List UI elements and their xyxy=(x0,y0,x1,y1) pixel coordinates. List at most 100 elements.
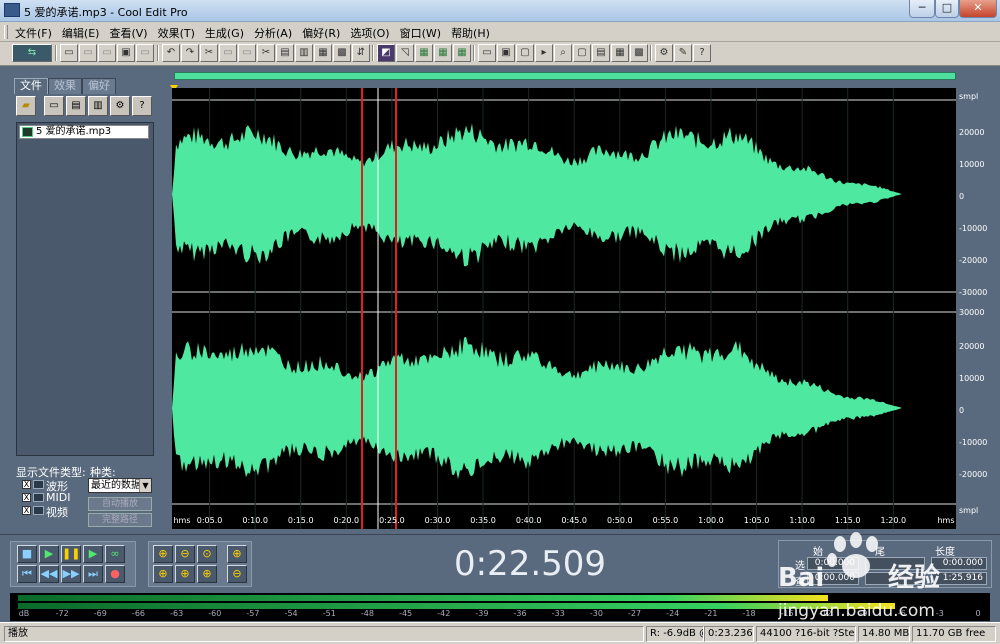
menu-generate[interactable]: 生成(G) xyxy=(200,22,249,41)
grid-icon[interactable]: ▩ xyxy=(630,44,648,62)
level-tick-label: -54 xyxy=(284,609,298,618)
spectral-view-icon[interactable]: ◩ xyxy=(377,44,395,62)
go-to-end-icon[interactable]: ⏭ xyxy=(83,565,103,583)
tab-files[interactable]: 文件 xyxy=(14,78,48,94)
play-to-end-icon[interactable]: ▶ xyxy=(83,545,103,563)
time-tick-label: 0:55.0 xyxy=(652,516,679,525)
chevron-down-icon[interactable]: ▼ xyxy=(139,479,151,492)
time-ruler[interactable]: hms 0:05.0 0:10.0 0:15.0 0:20.0 0:25.0 0:30.0 0… xyxy=(172,514,956,528)
edit-left-channel-icon[interactable]: ▦ xyxy=(434,44,452,62)
zoom-to-right-icon[interactable]: ⊕ xyxy=(175,565,195,583)
cue-list-icon[interactable]: ▣ xyxy=(497,44,515,62)
scripts-icon[interactable]: ⚙ xyxy=(655,44,673,62)
settings-icon[interactable]: ✎ xyxy=(674,44,692,62)
time-tick-label: 1:05.0 xyxy=(743,516,770,525)
maximize-button[interactable]: □ xyxy=(935,0,959,18)
open-file-icon[interactable]: ▭ xyxy=(79,44,97,62)
snap-icon[interactable]: ▢ xyxy=(573,44,591,62)
copy-icon[interactable]: ▭ xyxy=(219,44,237,62)
minimize-button[interactable]: ─ xyxy=(909,0,935,18)
sort-select[interactable]: 最近的数据 ▼ xyxy=(88,478,152,493)
record-icon[interactable]: ● xyxy=(105,565,125,583)
undo-icon[interactable]: ↶ xyxy=(162,44,180,62)
help-icon[interactable]: ? xyxy=(693,44,711,62)
redo-icon[interactable]: ↷ xyxy=(181,44,199,62)
menu-help[interactable]: 帮助(H) xyxy=(446,22,495,41)
selection-length-field[interactable]: 0:00.000 xyxy=(931,557,987,570)
time-format-icon[interactable]: ▤ xyxy=(592,44,610,62)
level-tick-label: -30 xyxy=(589,609,603,618)
tab-favorites[interactable]: 偏好 xyxy=(82,78,116,94)
organizer-help-icon[interactable]: ? xyxy=(132,96,152,116)
menu-options[interactable]: 选项(O) xyxy=(345,22,394,41)
zoom-out-vertical-icon[interactable]: ⊖ xyxy=(227,565,247,583)
new-file-icon[interactable]: ▭ xyxy=(60,44,78,62)
menu-edit[interactable]: 编辑(E) xyxy=(57,22,105,41)
view-begin-field[interactable]: 0:00.000 xyxy=(807,572,859,585)
waveform-display[interactable] xyxy=(172,67,956,535)
close-selected-icon[interactable]: ▤ xyxy=(66,96,86,116)
save-selection-icon[interactable]: ▣ xyxy=(117,44,135,62)
file-list-item[interactable]: 5 爱的承诺.mp3 xyxy=(19,125,149,139)
loop-icon[interactable]: ▩ xyxy=(333,44,351,62)
insert-icon[interactable]: ⚙ xyxy=(110,96,130,116)
play-icon[interactable]: ▶ xyxy=(39,545,59,563)
edit-file-icon[interactable]: ▥ xyxy=(88,96,108,116)
zoom-selection-icon[interactable]: ⊕ xyxy=(197,565,217,583)
envelope-icon[interactable]: ◹ xyxy=(396,44,414,62)
view-end-field[interactable] xyxy=(865,572,925,585)
selection-begin-field[interactable]: 0:00.000 xyxy=(807,557,859,570)
ruler-icon[interactable]: ▦ xyxy=(611,44,629,62)
tab-effects[interactable]: 效果 xyxy=(48,78,82,94)
checkbox-video[interactable]: X xyxy=(22,506,31,515)
checkbox-waveform[interactable]: X xyxy=(22,480,31,489)
checkbox-midi[interactable]: X xyxy=(22,493,31,502)
view-length-field[interactable]: 1:25.916 xyxy=(931,572,987,585)
play-icon[interactable]: ▸ xyxy=(535,44,553,62)
convert-icon[interactable]: ⇵ xyxy=(352,44,370,62)
rewind-icon[interactable]: ◀◀ xyxy=(39,565,59,583)
search-icon[interactable]: ⌕ xyxy=(554,44,572,62)
go-to-start-icon[interactable]: ⏮ xyxy=(17,565,37,583)
play-list-icon[interactable]: ▢ xyxy=(516,44,534,62)
zoom-full-icon[interactable]: ⊙ xyxy=(197,545,217,563)
level-tick-label: -24 xyxy=(666,609,680,618)
zoom-in-icon[interactable]: ⊕ xyxy=(153,545,173,563)
mix-paste-icon[interactable]: ▤ xyxy=(276,44,294,62)
menu-effects[interactable]: 效果(T) xyxy=(153,22,200,41)
crop-icon[interactable]: ▥ xyxy=(295,44,313,62)
selection-end-field[interactable] xyxy=(865,557,925,570)
view-row-label: 查 xyxy=(795,577,805,588)
auto-play-button[interactable]: 自动播放 xyxy=(88,497,152,511)
edit-right-channel-icon[interactable]: ▦ xyxy=(453,44,471,62)
menu-favorites[interactable]: 偏好(R) xyxy=(297,22,345,41)
pause-icon[interactable]: ❚❚ xyxy=(61,545,81,563)
overview-bar[interactable] xyxy=(174,72,956,80)
menu-view[interactable]: 查看(V) xyxy=(104,22,152,41)
stop-icon[interactable]: ■ xyxy=(17,545,37,563)
full-path-button[interactable]: 完整路径 xyxy=(88,513,152,527)
menu-analyze[interactable]: 分析(A) xyxy=(249,22,297,41)
open-folder-icon[interactable]: ▰ xyxy=(16,96,36,116)
amplitude-tick-label: -10000 xyxy=(959,438,988,447)
trim-icon[interactable]: ▦ xyxy=(314,44,332,62)
loop-play-icon[interactable]: ∞ xyxy=(105,545,125,563)
zoom-to-left-icon[interactable]: ⊕ xyxy=(153,565,173,583)
paste-icon[interactable]: ▭ xyxy=(238,44,256,62)
edit-both-channels-icon[interactable]: ▦ xyxy=(415,44,433,62)
save-icon[interactable]: ▭ xyxy=(98,44,116,62)
import-icon[interactable]: ▭ xyxy=(44,96,64,116)
menu-file[interactable]: 文件(F) xyxy=(10,22,57,41)
cut-tool-icon[interactable]: ✂ xyxy=(200,44,218,62)
view-icon[interactable]: ▭ xyxy=(478,44,496,62)
toolbar-separator xyxy=(473,45,475,61)
multitrack-toggle-icon[interactable]: ⇆ xyxy=(12,44,52,62)
fast-forward-icon[interactable]: ▶▶ xyxy=(61,565,81,583)
menu-window[interactable]: 窗口(W) xyxy=(395,22,446,41)
close-file-icon[interactable]: ▭ xyxy=(136,44,154,62)
amplitude-tick-label: 0 xyxy=(959,192,965,201)
close-button[interactable]: ✕ xyxy=(959,0,997,18)
cut-icon[interactable]: ✂ xyxy=(257,44,275,62)
zoom-out-icon[interactable]: ⊖ xyxy=(175,545,195,563)
zoom-in-vertical-icon[interactable]: ⊕ xyxy=(227,545,247,563)
